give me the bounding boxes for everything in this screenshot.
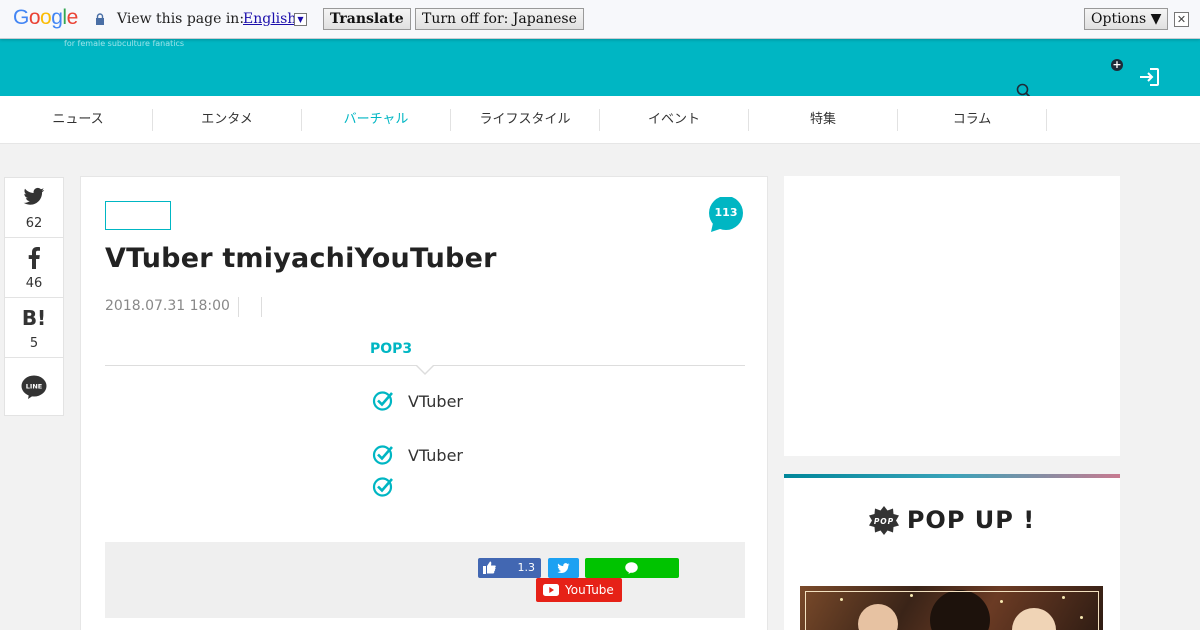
close-icon[interactable]: ✕ (1174, 12, 1189, 27)
translate-button[interactable]: Translate (323, 8, 411, 30)
divider-notch (415, 364, 435, 375)
point-item: VTuber (372, 444, 463, 466)
main-nav: ニュース エンタメ バーチャル ライフスタイル イベント 特集 コラム (0, 96, 1200, 144)
check-circle-icon (372, 391, 393, 411)
site-tagline: for female subculture fanatics (64, 39, 185, 48)
nav-item[interactable]: ニュース (4, 109, 153, 131)
pop-badge-icon: POP (868, 506, 899, 535)
site-header: for female subculture fanatics + (0, 39, 1200, 99)
facebook-icon (28, 247, 40, 269)
options-button[interactable]: Options ▼ (1084, 8, 1169, 30)
popup-section: POP POP UP ! (784, 474, 1120, 630)
svg-text:POP: POP (874, 517, 894, 526)
login-icon[interactable] (1138, 67, 1160, 87)
svg-text:LINE: LINE (26, 383, 42, 391)
nav-item[interactable]: エンタメ (153, 109, 302, 131)
article-card: 113 VTuber tmiyachiYouTuber 2018.07.31 1… (80, 176, 768, 630)
share-column: 62 46 B! 5 LINE (4, 177, 64, 416)
popup-heading: POP POP UP ! (784, 506, 1120, 536)
facebook-share-button[interactable]: 46 (5, 238, 63, 298)
nav-item-active[interactable]: バーチャル (302, 109, 451, 131)
thumbs-up-icon (483, 561, 496, 574)
line-icon: LINE (21, 375, 47, 399)
chevron-down-icon[interactable]: ▼ (294, 13, 307, 26)
ad-slot (784, 176, 1120, 456)
translate-prompt: View this page in: (117, 11, 245, 27)
social-follow-box: 1.3 YouTube (105, 542, 745, 618)
twitter-share-button[interactable]: 62 (5, 178, 63, 238)
facebook-count: 46 (25, 276, 43, 291)
lock-icon (96, 13, 104, 25)
hatena-share-button[interactable]: B! 5 (5, 298, 63, 358)
youtube-label: YouTube (565, 583, 614, 597)
youtube-icon (543, 584, 559, 596)
pop-points-label: POP3 (370, 341, 413, 357)
translate-bar: Google View this page in: English ▼ Tran… (0, 0, 1200, 39)
point-text: VTuber (408, 445, 464, 465)
hatena-count: 5 (29, 336, 39, 351)
comment-count[interactable]: 113 (707, 206, 745, 219)
twitter-icon (557, 563, 570, 574)
youtube-subscribe-button[interactable]: YouTube (536, 578, 622, 602)
line-add-friend-button[interactable] (585, 558, 679, 578)
point-item: VTuber (372, 390, 463, 412)
point-item (372, 476, 408, 498)
twitter-count: 62 (25, 216, 43, 231)
nav-item[interactable]: コラム (898, 109, 1047, 131)
turn-off-button[interactable]: Turn off for: Japanese (415, 8, 584, 30)
nav-item[interactable]: イベント (600, 109, 749, 131)
article-title: VTuber tmiyachiYouTuber (105, 243, 497, 274)
facebook-like-button[interactable]: 1.3 (478, 558, 541, 578)
divider (238, 297, 239, 317)
twitter-icon (23, 187, 45, 205)
check-circle-icon (372, 445, 393, 465)
popup-feature-image[interactable] (800, 586, 1103, 630)
nav-item[interactable]: 特集 (749, 109, 898, 131)
line-icon (625, 562, 638, 574)
hatena-icon: B! (21, 306, 47, 330)
nav-item[interactable]: ライフスタイル (451, 109, 600, 131)
divider (261, 297, 262, 317)
popup-title: POP UP ! (906, 506, 1036, 534)
twitter-follow-button[interactable] (548, 558, 579, 578)
line-share-button[interactable]: LINE (5, 358, 63, 415)
check-circle-icon (372, 477, 393, 497)
like-count: 1.3 (517, 561, 536, 574)
google-logo: Google (13, 6, 78, 29)
article-date: 2018.07.31 18:00 (105, 298, 230, 314)
gradient-bar (784, 474, 1120, 478)
plus-icon[interactable]: + (1111, 59, 1123, 71)
language-select[interactable]: English (243, 11, 296, 27)
category-tag[interactable] (105, 201, 171, 230)
point-text: VTuber (408, 391, 464, 411)
